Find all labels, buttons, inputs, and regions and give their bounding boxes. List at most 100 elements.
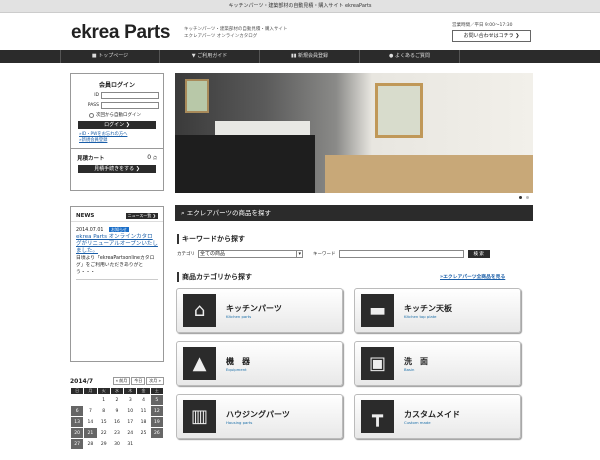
housing-parts-icon: ▥ (183, 400, 216, 433)
news-badge: お知らせ (109, 227, 129, 232)
calendar-day[interactable]: 21 (84, 428, 97, 438)
category-card[interactable]: ⌂ キッチンパーツ Kitchen parts (176, 288, 343, 333)
news-list-button[interactable]: ニュース一覧 ❯ (125, 213, 158, 219)
keyword-form: カテゴリ 全ての商品 ▾ キーワード 検 索 (177, 250, 490, 258)
calendar-day[interactable]: 16 (111, 417, 123, 427)
id-label: ID (94, 93, 99, 98)
calendar-day[interactable]: 2 (111, 395, 123, 405)
category-card[interactable]: ▣ 洗 面 Basin (354, 341, 521, 386)
nav-guide[interactable]: ▼ ご利用ガイド (160, 50, 260, 63)
calendar-day[interactable]: 9 (111, 406, 123, 416)
register-link[interactable]: »新規会員登録 (71, 138, 163, 144)
calendar-day[interactable]: 15 (98, 417, 110, 427)
nav-label: 新規会員登録 (298, 53, 329, 59)
calendar-empty (137, 439, 149, 449)
today-button[interactable]: 今日 (131, 377, 146, 385)
calendar-day[interactable]: 25 (137, 428, 149, 438)
calendar-day[interactable]: 24 (124, 428, 136, 438)
news-headline[interactable]: ekrea Parts オンラインカタログがリニューアルオープンいたしました。 (76, 234, 158, 255)
category-value: 全ての商品 (200, 251, 226, 257)
news-box: NEWS ニュース一覧 ❯ 2014.07.01 お知らせ ekrea Part… (70, 206, 164, 362)
hero-image (175, 73, 533, 193)
calendar-empty (151, 439, 163, 449)
nav-label: トップページ (98, 53, 129, 59)
news-body: 日頃より「ekreaPartsonlineカタログ」をご利用いただきありがとう・… (76, 256, 155, 275)
logo[interactable]: ekrea Parts (71, 22, 170, 44)
calendar-day[interactable]: 12 (150, 406, 163, 416)
calendar-day[interactable]: 20 (71, 428, 84, 438)
calendar-day[interactable]: 18 (137, 417, 149, 427)
category-card[interactable]: ▥ ハウジングパーツ Housing parts (176, 394, 343, 439)
contact-button[interactable]: お問い合わせはコチラ ❯ (452, 30, 531, 42)
window-left (185, 79, 209, 113)
calendar-empty (71, 395, 83, 405)
kitchen-shelf (215, 121, 310, 135)
custom-made-icon: ┳ (361, 400, 394, 433)
search-button[interactable]: 検 索 (467, 250, 490, 258)
news-date: 2014.07.01 (76, 228, 104, 233)
weekday-header: 日 (71, 388, 84, 394)
weekday-header: 木 (124, 388, 137, 394)
weekday-header: 火 (97, 388, 110, 394)
calendar-day[interactable]: 26 (150, 428, 163, 438)
calendar-day[interactable]: 8 (98, 406, 110, 416)
calendar-day[interactable]: 1 (98, 395, 110, 405)
cart-button[interactable]: 見積手続きをする ❯ (78, 165, 156, 173)
calendar-day[interactable]: 29 (98, 439, 110, 449)
calendar-day[interactable]: 22 (98, 428, 110, 438)
chevron-down-icon: ▾ (296, 251, 301, 257)
login-button[interactable]: ログイン ❯ (78, 121, 156, 129)
calendar-day[interactable]: 13 (71, 417, 84, 427)
id-input[interactable] (101, 92, 159, 99)
category-name-en: Kitchen top plate (404, 314, 437, 319)
category-name: キッチンパーツ (226, 304, 282, 313)
login-title: 会員ログイン (98, 82, 135, 89)
category-select[interactable]: 全ての商品 ▾ (198, 250, 303, 258)
slide-dot[interactable] (526, 196, 529, 199)
calendar: 2014/7 « 前月 今日 次月 » 日月火水木金土 1 2 3 4 5 6 7 8 9 10 11… (70, 377, 164, 450)
calendar-day[interactable]: 10 (124, 406, 136, 416)
pass-input[interactable] (101, 102, 159, 109)
remember-label: 次回から自動ログイン (96, 113, 141, 118)
calendar-day[interactable]: 23 (111, 428, 123, 438)
calendar-day[interactable]: 31 (124, 439, 136, 449)
weekday-header: 水 (110, 388, 124, 394)
slide-dot-active[interactable] (519, 196, 522, 199)
range-hood-icon: ▲ (183, 347, 216, 380)
nav-register[interactable]: ▮▮ 新規会員登録 (260, 50, 360, 63)
category-card[interactable]: ┳ カスタムメイド Custom made (354, 394, 521, 439)
cart-count: 0 (147, 154, 152, 161)
prev-month-button[interactable]: « 前月 (112, 377, 131, 385)
nav-faq[interactable]: ● よくあるご質問 (360, 50, 460, 63)
calendar-day[interactable]: 30 (111, 439, 123, 449)
calendar-day[interactable]: 5 (150, 395, 163, 405)
keyword-input[interactable] (338, 250, 464, 258)
remember-checkbox[interactable] (89, 112, 94, 118)
calendar-day[interactable]: 6 (71, 406, 84, 416)
category-card[interactable]: ▬ キッチン天板 Kitchen top plate (354, 288, 521, 333)
kitchen-top-icon: ▬ (361, 294, 394, 327)
main-nav: ■ トップページ ▼ ご利用ガイド ▮▮ 新規会員登録 ● よくあるご質問 (0, 50, 600, 63)
cart-unit: 点 (153, 155, 157, 160)
calendar-day[interactable]: 11 (137, 406, 149, 416)
users-icon: ▮▮ (290, 53, 299, 59)
next-month-button[interactable]: 次月 » (146, 377, 164, 385)
calendar-day[interactable]: 4 (137, 395, 149, 405)
calendar-day[interactable]: 17 (124, 417, 136, 427)
calendar-day[interactable]: 19 (150, 417, 163, 427)
all-products-link[interactable]: »エクレアパーツ全商品を見る (440, 273, 505, 280)
category-card[interactable]: ▲ 機 器 Equipment (176, 341, 343, 386)
nav-label: よくあるご質問 (394, 53, 430, 59)
calendar-day[interactable]: 3 (124, 395, 136, 405)
calendar-day[interactable]: 27 (71, 439, 84, 449)
category-label: カテゴリ (177, 252, 195, 257)
calendar-day[interactable]: 14 (84, 417, 96, 427)
calendar-day[interactable]: 7 (84, 406, 96, 416)
category-name-en: Custom made (404, 420, 431, 425)
calendar-day[interactable]: 28 (84, 439, 96, 449)
category-name: キッチン天板 (404, 304, 452, 313)
nav-top[interactable]: ■ トップページ (60, 50, 160, 63)
tagline-2: エクレアパーツ オンラインカタログ (184, 34, 258, 39)
cart-title: 見積カート (77, 156, 105, 162)
keyword-label: キーワード (313, 252, 336, 257)
